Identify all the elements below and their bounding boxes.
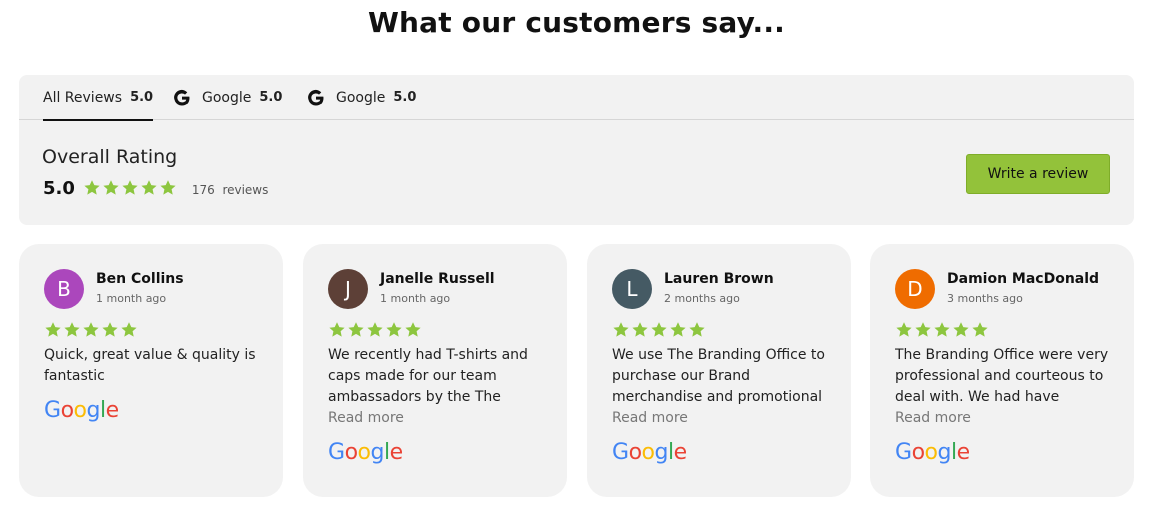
star-icon xyxy=(121,322,137,337)
google-logo-letter: G xyxy=(328,440,345,465)
tab-label: Google xyxy=(336,89,386,106)
avatar: B xyxy=(44,269,84,309)
google-logo-letter: g xyxy=(654,440,669,465)
review-time: 2 months ago xyxy=(664,292,740,305)
star-icon xyxy=(632,322,648,337)
star-icon xyxy=(367,322,383,337)
review-count-number: 176 xyxy=(191,183,215,197)
reviewer-name: Damion MacDonald xyxy=(947,271,1100,287)
google-logo: Google xyxy=(44,398,119,423)
google-logo-letter: G xyxy=(895,440,912,465)
google-logo-letter: o xyxy=(344,440,358,465)
google-g-icon xyxy=(174,89,190,106)
reviewer-name: Lauren Brown xyxy=(664,271,774,287)
google-logo-letter: o xyxy=(628,440,642,465)
google-logo-letter: e xyxy=(673,440,688,465)
review-text: The Branding Office were very profession… xyxy=(895,347,1109,405)
tab-all-reviews[interactable]: All Reviews 5.0 xyxy=(43,75,154,121)
star-icon xyxy=(405,322,421,337)
review-text: We use The Branding Office to purchase o… xyxy=(612,347,825,405)
review-stars xyxy=(44,321,139,339)
google-logo-letter: o xyxy=(911,440,925,465)
overall-rating-title: Overall Rating xyxy=(42,146,178,168)
star-icon xyxy=(689,322,705,337)
star-icon xyxy=(896,322,912,337)
google-logo-letter: g xyxy=(937,440,952,465)
reviewer-name: Ben Collins xyxy=(96,271,184,287)
tab-score: 5.0 xyxy=(130,90,154,105)
rating-summary-panel: All Reviews 5.0 Google 5.0 Google 5.0 Ov… xyxy=(19,75,1134,225)
review-source-tabs: All Reviews 5.0 Google 5.0 Google 5.0 xyxy=(19,75,1134,121)
google-logo: Google xyxy=(328,440,403,465)
google-logo-letter: e xyxy=(389,440,404,465)
google-logo-letter: o xyxy=(641,440,655,465)
google-logo-letter: o xyxy=(357,440,371,465)
star-icon xyxy=(670,322,686,337)
star-icon xyxy=(329,322,345,337)
tab-score: 5.0 xyxy=(393,90,417,105)
star-icon xyxy=(972,322,988,337)
star-icon xyxy=(102,322,118,337)
star-icon xyxy=(160,180,176,195)
google-logo-letter: o xyxy=(60,398,74,423)
star-icon xyxy=(141,180,157,195)
overall-score: 5.0 xyxy=(43,177,75,199)
tab-google-2[interactable]: Google 5.0 xyxy=(306,75,416,120)
section-heading: What our customers say... xyxy=(367,6,786,39)
avatar: J xyxy=(328,269,368,309)
star-icon xyxy=(83,322,99,337)
read-more-link[interactable]: Read more xyxy=(328,408,404,429)
tab-label: All Reviews xyxy=(43,89,123,106)
tab-label: Google xyxy=(202,89,252,106)
reviewer-name: Janelle Russell xyxy=(380,271,495,287)
google-logo-letter: g xyxy=(370,440,385,465)
star-icon xyxy=(45,322,61,337)
tab-score: 5.0 xyxy=(259,90,283,105)
star-icon xyxy=(934,322,950,337)
review-count-label: reviews xyxy=(222,183,269,197)
star-icon xyxy=(64,322,80,337)
google-logo-letter: o xyxy=(73,398,87,423)
review-time: 3 months ago xyxy=(947,292,1023,305)
review-card: B Ben Collins 1 month ago Quick, great valu… xyxy=(19,244,283,497)
review-time: 1 month ago xyxy=(96,292,167,305)
review-stars xyxy=(895,321,990,339)
star-icon xyxy=(348,322,364,337)
google-g-icon xyxy=(308,89,324,106)
review-count: 176 reviews xyxy=(192,183,268,197)
google-logo-letter: G xyxy=(44,398,61,423)
overall-rating-row: 5.0 176 reviews xyxy=(43,176,268,200)
google-logo-letter: G xyxy=(612,440,629,465)
star-icon xyxy=(386,322,402,337)
google-logo-letter: e xyxy=(105,398,120,423)
star-icon xyxy=(103,180,119,195)
review-stars xyxy=(612,321,707,339)
star-icon xyxy=(953,322,969,337)
star-icon xyxy=(122,180,138,195)
review-card: J Janelle Russell 1 month ago We recently h… xyxy=(303,244,567,497)
review-stars xyxy=(328,321,423,339)
google-logo: Google xyxy=(612,440,687,465)
review-text: Quick, great value & quality is fantasti… xyxy=(44,347,256,384)
review-time: 1 month ago xyxy=(380,292,451,305)
star-icon xyxy=(84,180,100,195)
read-more-link[interactable]: Read more xyxy=(895,408,971,429)
google-logo: Google xyxy=(895,440,970,465)
write-review-button[interactable]: Write a review xyxy=(966,154,1110,194)
star-icon xyxy=(651,322,667,337)
google-logo-letter: e xyxy=(956,440,971,465)
review-card: D Damion MacDonald 3 months ago The Brandin… xyxy=(870,244,1134,497)
read-more-link[interactable]: Read more xyxy=(612,408,688,429)
google-logo-letter: o xyxy=(924,440,938,465)
review-text: We recently had T-shirts and caps made f… xyxy=(328,347,528,405)
review-card: L Lauren Brown 2 months ago We use The Bran… xyxy=(587,244,851,497)
star-icon xyxy=(915,322,931,337)
tab-google-1[interactable]: Google 5.0 xyxy=(172,75,282,120)
google-logo-letter: g xyxy=(86,398,101,423)
avatar: L xyxy=(612,269,652,309)
avatar: D xyxy=(895,269,935,309)
overall-stars xyxy=(83,179,178,197)
star-icon xyxy=(613,322,629,337)
